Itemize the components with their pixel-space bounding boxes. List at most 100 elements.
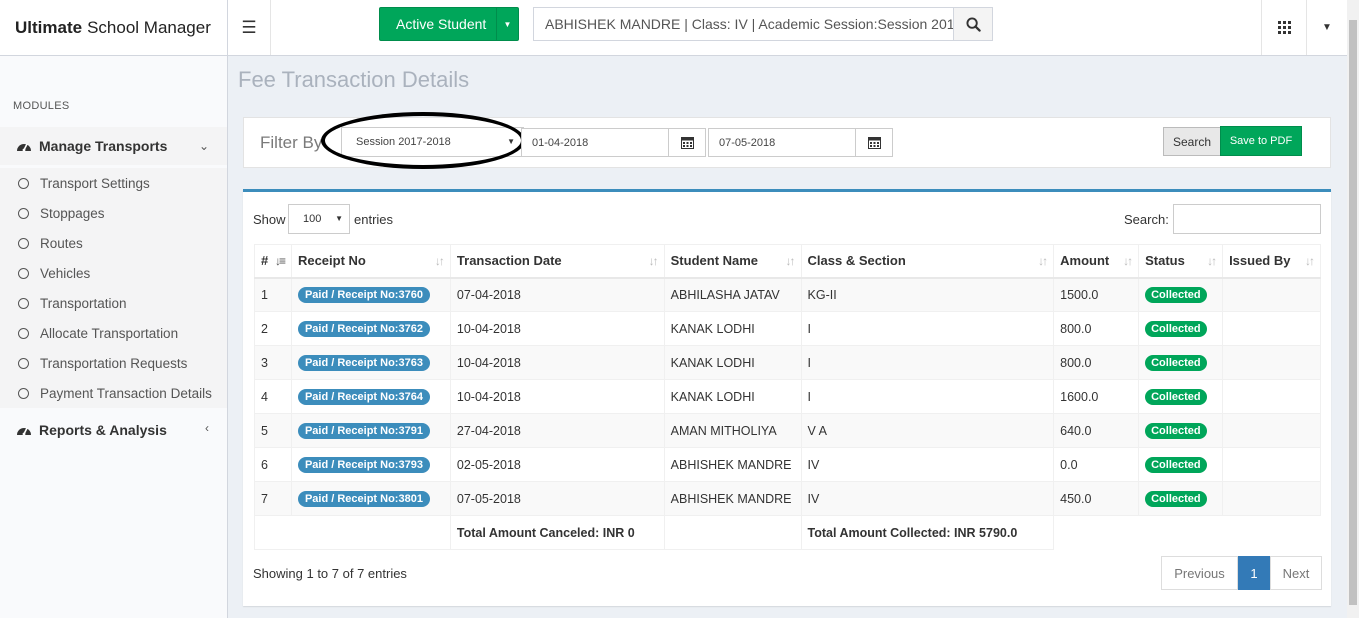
status-badge: Collected [1145,320,1207,337]
active-student-button[interactable]: Active Student ▼ [379,7,519,41]
sidebar-item-transport-settings[interactable]: Transport Settings [0,168,227,198]
circle-icon [18,177,29,189]
table-row: 3 Paid / Receipt No:3763 10-04-2018 KANA… [254,345,1321,380]
cell-class: KG-II [800,277,1055,312]
receipt-badge[interactable]: Paid / Receipt No:3762 [297,320,430,337]
column-header-student[interactable]: Student Name ↓↑ [663,244,802,279]
from-date-input[interactable]: 01-04-2018 [521,128,670,157]
entries-length-select[interactable]: 100 ▼ [288,204,350,234]
cell-empty [1053,515,1321,550]
sort-icon: ↓↑ [1123,254,1133,268]
sidebar-group-reports-analysis[interactable]: Reports & Analysis ‹ [0,411,227,449]
cell-amount: 800.0 [1053,345,1140,380]
cell-number: 1 [254,277,292,312]
page-scrollbar[interactable] [1347,0,1359,618]
sidebar-group-label: Reports & Analysis [39,422,167,438]
column-header-issued-by[interactable]: Issued By ↓↑ [1222,244,1321,279]
pagination-previous[interactable]: Previous [1161,556,1238,590]
cell-date: 10-04-2018 [449,345,665,380]
to-date-input[interactable]: 07-05-2018 [708,128,857,157]
cell-amount: 800.0 [1053,311,1140,346]
status-badge: Collected [1145,456,1207,473]
table-row: 4 Paid / Receipt No:3764 10-04-2018 KANA… [254,379,1321,414]
cell-number: 6 [254,447,292,482]
apps-button[interactable] [1261,0,1306,55]
circle-icon [18,207,29,219]
chevron-left-icon: ‹ [205,421,209,435]
receipt-badge[interactable]: Paid / Receipt No:3801 [297,490,430,507]
receipt-badge[interactable]: Paid / Receipt No:3764 [297,388,430,405]
cell-issued-by [1222,345,1321,380]
table-row: 6 Paid / Receipt No:3793 02-05-2018 ABHI… [254,447,1321,482]
caret-down-icon[interactable]: ▼ [496,8,518,40]
search-icon [965,16,981,32]
column-header-class[interactable]: Class & Section ↓↑ [800,244,1055,279]
session-select[interactable]: Session 2017-2018 ▼ [341,127,524,157]
cell-amount: 1500.0 [1053,277,1140,312]
sidebar-item-label: Transportation Requests [40,355,188,371]
receipt-badge[interactable]: Paid / Receipt No:3760 [297,286,430,303]
sort-icon: ↓≡ [274,254,286,268]
pagination-next[interactable]: Next [1270,556,1322,590]
sidebar-item-allocate-transportation[interactable]: Allocate Transportation [0,318,227,348]
column-header-receipt[interactable]: Receipt No ↓↑ [290,244,451,279]
cell-date: 07-04-2018 [449,277,665,312]
sidebar-item-label: Allocate Transportation [40,325,179,341]
column-header-number[interactable]: # ↓≡ [254,244,292,279]
sidebar-item-payment-transaction-details[interactable]: Payment Transaction Details [0,378,227,408]
calendar-icon [680,137,694,149]
sidebar-item-vehicles[interactable]: Vehicles [0,258,227,288]
cell-issued-by [1222,447,1321,482]
sidebar-group-manage-transports[interactable]: Manage Transports ⌄ [0,127,227,165]
cell-amount: 450.0 [1053,481,1140,516]
transactions-panel: Show 100 ▼ entries Search: # ↓≡ Receipt N… [243,189,1331,606]
sidebar-section-title: MODULES [13,100,70,112]
pagination-page-1[interactable]: 1 [1238,556,1270,590]
column-header-amount[interactable]: Amount ↓↑ [1053,244,1140,279]
receipt-badge[interactable]: Paid / Receipt No:3793 [297,456,430,473]
circle-icon [18,267,29,279]
sidebar-item-transportation-requests[interactable]: Transportation Requests [0,348,227,378]
status-badge: Collected [1145,388,1207,405]
column-header-date[interactable]: Transaction Date ↓↑ [449,244,665,279]
sidebar: MODULES Manage Transports ⌄ Transport Se… [0,56,228,618]
caret-down-icon: ▼ [335,214,343,223]
receipt-badge[interactable]: Paid / Receipt No:3791 [297,422,430,439]
status-badge: Collected [1145,354,1207,371]
sidebar-item-stoppages[interactable]: Stoppages [0,198,227,228]
circle-icon [18,387,29,399]
to-date-calendar-button[interactable] [855,128,893,157]
cell-issued-by [1222,379,1321,414]
transport-submenu: Transport Settings Stoppages Routes Vehi… [0,168,227,408]
calendar-icon [867,137,881,149]
filter-search-button[interactable]: Search [1163,127,1221,156]
sidebar-item-transportation[interactable]: Transportation [0,288,227,318]
student-search-button[interactable] [953,7,993,41]
user-menu-button[interactable]: ▼ [1306,0,1347,55]
from-date-calendar-button[interactable] [668,128,706,157]
table-search-input[interactable] [1173,204,1321,234]
cell-issued-by [1222,277,1321,312]
table-row: 7 Paid / Receipt No:3801 07-05-2018 ABHI… [254,481,1321,516]
pagination: Previous 1 Next [1161,556,1322,590]
caret-down-icon: ▼ [507,137,515,146]
totals-row: Total Amount Canceled: INR 0 Total Amoun… [254,515,1321,550]
cell-student: ABHILASHA JATAV [663,277,802,312]
app-logo[interactable]: Ultimate School Manager [0,0,228,56]
sidebar-item-routes[interactable]: Routes [0,228,227,258]
cell-student: ABHISHEK MANDRE [663,481,802,516]
table-row: 1 Paid / Receipt No:3760 07-04-2018 ABHI… [254,277,1321,312]
entries-label: entries [354,212,394,227]
cell-number: 2 [254,311,292,346]
brand-rest: School Manager [87,17,211,37]
sidebar-item-label: Stoppages [40,205,105,221]
column-header-status[interactable]: Status ↓↑ [1138,244,1224,279]
scrollbar-thumb[interactable] [1349,20,1357,605]
receipt-badge[interactable]: Paid / Receipt No:3763 [297,354,430,371]
save-pdf-button[interactable]: Save to PDF [1220,126,1302,156]
circle-icon [18,357,29,369]
sidebar-toggle-button[interactable]: ☰ [228,0,271,55]
student-search-input[interactable]: ABHISHEK MANDRE | Class: IV | Academic S… [533,7,954,41]
sidebar-item-label: Payment Transaction Details [40,385,212,401]
status-badge: Collected [1145,286,1207,303]
